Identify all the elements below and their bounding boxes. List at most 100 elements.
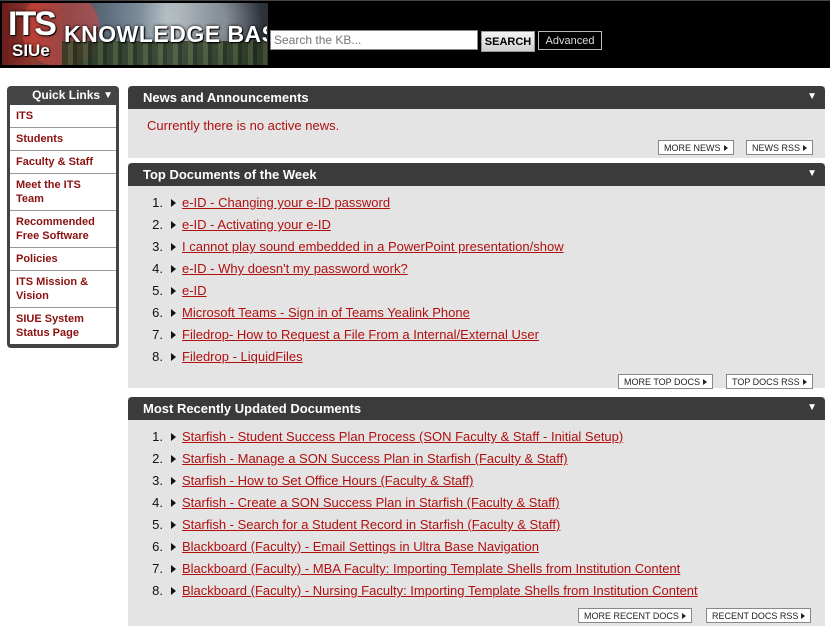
its-kb-logo[interactable]: ITS SIUe KNOWLEDGE BASE: [2, 3, 268, 65]
sidebar-item-its[interactable]: ITS: [10, 105, 116, 128]
list-number: 6.: [152, 539, 163, 554]
logo-siue-text: SIUe: [12, 41, 50, 60]
more-news-button[interactable]: MORE NEWS: [658, 140, 734, 155]
news-rss-label: NEWS RSS: [752, 142, 801, 153]
recent-docs-panel: Most Recently Updated Documents ▼ 1. Star…: [128, 397, 825, 626]
recent-docs-rss-label: RECENT DOCS RSS: [712, 610, 799, 621]
chevron-down-icon[interactable]: ▼: [807, 91, 817, 102]
list-item: 1. Starfish - Student Success Plan Proces…: [128, 426, 825, 448]
news-panel-header: News and Announcements ▼: [128, 86, 825, 109]
more-top-docs-button[interactable]: MORE TOP DOCS: [618, 374, 714, 389]
list-number: 1.: [152, 429, 163, 444]
list-number: 7.: [152, 561, 163, 576]
news-panel: News and Announcements ▼ Currently there…: [128, 86, 825, 158]
list-item: 3. I cannot play sound embedded in a Powe…: [128, 236, 825, 258]
list-number: 4.: [152, 495, 163, 510]
list-number: 4.: [152, 261, 163, 276]
list-number: 8.: [152, 349, 163, 364]
more-news-label: MORE NEWS: [664, 142, 721, 153]
doc-link[interactable]: Blackboard (Faculty) - MBA Faculty: Impo…: [182, 558, 680, 580]
list-number: 5.: [152, 517, 163, 532]
top-docs-rss-label: TOP DOCS RSS: [732, 376, 800, 387]
list-item: 8. Blackboard (Faculty) - Nursing Faculty…: [128, 580, 825, 602]
sidebar-item-free-software[interactable]: Recommended Free Software: [10, 211, 116, 248]
top-docs-panel-header: Top Documents of the Week ▼: [128, 163, 825, 186]
chevron-down-icon[interactable]: ▼: [807, 168, 817, 179]
recent-docs-rss-button[interactable]: RECENT DOCS RSS: [706, 608, 812, 623]
recent-docs-panel-title: Most Recently Updated Documents: [143, 401, 362, 416]
recent-docs-panel-header: Most Recently Updated Documents ▼: [128, 397, 825, 420]
triangle-right-icon: [723, 144, 728, 151]
list-item: 7. Blackboard (Faculty) - MBA Faculty: Im…: [128, 558, 825, 580]
doc-link[interactable]: Microsoft Teams - Sign in of Teams Yeali…: [182, 302, 470, 324]
doc-link[interactable]: e-ID - Changing your e-ID password: [182, 192, 390, 214]
doc-link[interactable]: I cannot play sound embedded in a PowerP…: [182, 236, 564, 258]
triangle-right-icon: [171, 455, 176, 463]
triangle-right-icon: [171, 353, 176, 361]
advanced-search-link[interactable]: Advanced: [538, 31, 602, 50]
sidebar-item-meet-its-team[interactable]: Meet the ITS Team: [10, 174, 116, 211]
doc-link[interactable]: e-ID - Activating your e-ID: [182, 214, 331, 236]
sidebar-item-system-status[interactable]: SIUE System Status Page: [10, 308, 116, 344]
triangle-right-icon: [171, 287, 176, 295]
more-recent-docs-label: MORE RECENT DOCS: [584, 610, 679, 621]
sidebar-item-policies[interactable]: Policies: [10, 248, 116, 271]
triangle-right-icon: [171, 331, 176, 339]
news-rss-button[interactable]: NEWS RSS: [746, 140, 814, 155]
list-item: 6. Microsoft Teams - Sign in of Teams Yea…: [128, 302, 825, 324]
triangle-right-icon: [171, 221, 176, 229]
sidebar-item-students[interactable]: Students: [10, 128, 116, 151]
list-number: 7.: [152, 327, 163, 342]
doc-link[interactable]: Starfish - Manage a SON Success Plan in …: [182, 448, 568, 470]
quick-links-list: ITS Students Faculty & Staff Meet the IT…: [10, 105, 116, 344]
list-number: 2.: [152, 451, 163, 466]
doc-link[interactable]: Starfish - Search for a Student Record i…: [182, 514, 560, 536]
doc-link[interactable]: Starfish - Student Success Plan Process …: [182, 426, 623, 448]
top-docs-panel: Top Documents of the Week ▼ 1. e-ID - Cha…: [128, 163, 825, 389]
list-item: 4. e-ID - Why doesn't my password work?: [128, 258, 825, 280]
quick-links-header[interactable]: Quick Links ▼: [7, 86, 119, 104]
quick-links-title: Quick Links: [32, 88, 101, 102]
list-number: 6.: [152, 305, 163, 320]
triangle-right-icon: [703, 378, 708, 385]
top-docs-list: 1. e-ID - Changing your e-ID password 2. e…: [128, 192, 825, 368]
triangle-right-icon: [171, 521, 176, 529]
doc-link[interactable]: e-ID: [182, 280, 207, 302]
doc-link[interactable]: e-ID - Why doesn't my password work?: [182, 258, 408, 280]
triangle-right-icon: [171, 243, 176, 251]
more-top-docs-label: MORE TOP DOCS: [624, 376, 701, 387]
list-number: 3.: [152, 473, 163, 488]
doc-link[interactable]: Starfish - How to Set Office Hours (Facu…: [182, 470, 473, 492]
sidebar-item-mission-vision[interactable]: ITS Mission & Vision: [10, 271, 116, 308]
triangle-right-icon: [171, 477, 176, 485]
triangle-right-icon: [171, 499, 176, 507]
list-number: 8.: [152, 583, 163, 598]
more-recent-docs-button[interactable]: MORE RECENT DOCS: [578, 608, 692, 623]
triangle-right-icon: [171, 265, 176, 273]
list-number: 2.: [152, 217, 163, 232]
triangle-right-icon: [171, 199, 176, 207]
triangle-right-icon: [171, 565, 176, 573]
chevron-down-icon[interactable]: ▼: [807, 402, 817, 413]
sidebar-item-faculty-staff[interactable]: Faculty & Staff: [10, 151, 116, 174]
triangle-right-icon: [681, 612, 686, 619]
doc-link[interactable]: Filedrop- How to Request a File From a I…: [182, 324, 539, 346]
doc-link[interactable]: Filedrop - LiquidFiles: [182, 346, 303, 368]
chevron-down-icon: ▼: [103, 89, 113, 101]
doc-link[interactable]: Blackboard (Faculty) - Nursing Faculty: …: [182, 580, 698, 602]
quick-links-sidebar: Quick Links ▼ ITS Students Faculty & Sta…: [7, 86, 119, 348]
top-docs-rss-button[interactable]: TOP DOCS RSS: [726, 374, 813, 389]
list-item: 5. Starfish - Search for a Student Record…: [128, 514, 825, 536]
list-number: 3.: [152, 239, 163, 254]
search-button[interactable]: SEARCH: [481, 31, 535, 52]
doc-link[interactable]: Starfish - Create a SON Success Plan in …: [182, 492, 560, 514]
search-input[interactable]: [270, 30, 478, 50]
logo-title: KNOWLEDGE BASE: [64, 21, 267, 47]
triangle-right-icon: [171, 587, 176, 595]
list-item: 7. Filedrop- How to Request a File From a…: [128, 324, 825, 346]
list-item: 5. e-ID: [128, 280, 825, 302]
triangle-right-icon: [801, 612, 806, 619]
doc-link[interactable]: Blackboard (Faculty) - Email Settings in…: [182, 536, 539, 558]
list-item: 2. Starfish - Manage a SON Success Plan i…: [128, 448, 825, 470]
list-item: 1. e-ID - Changing your e-ID password: [128, 192, 825, 214]
